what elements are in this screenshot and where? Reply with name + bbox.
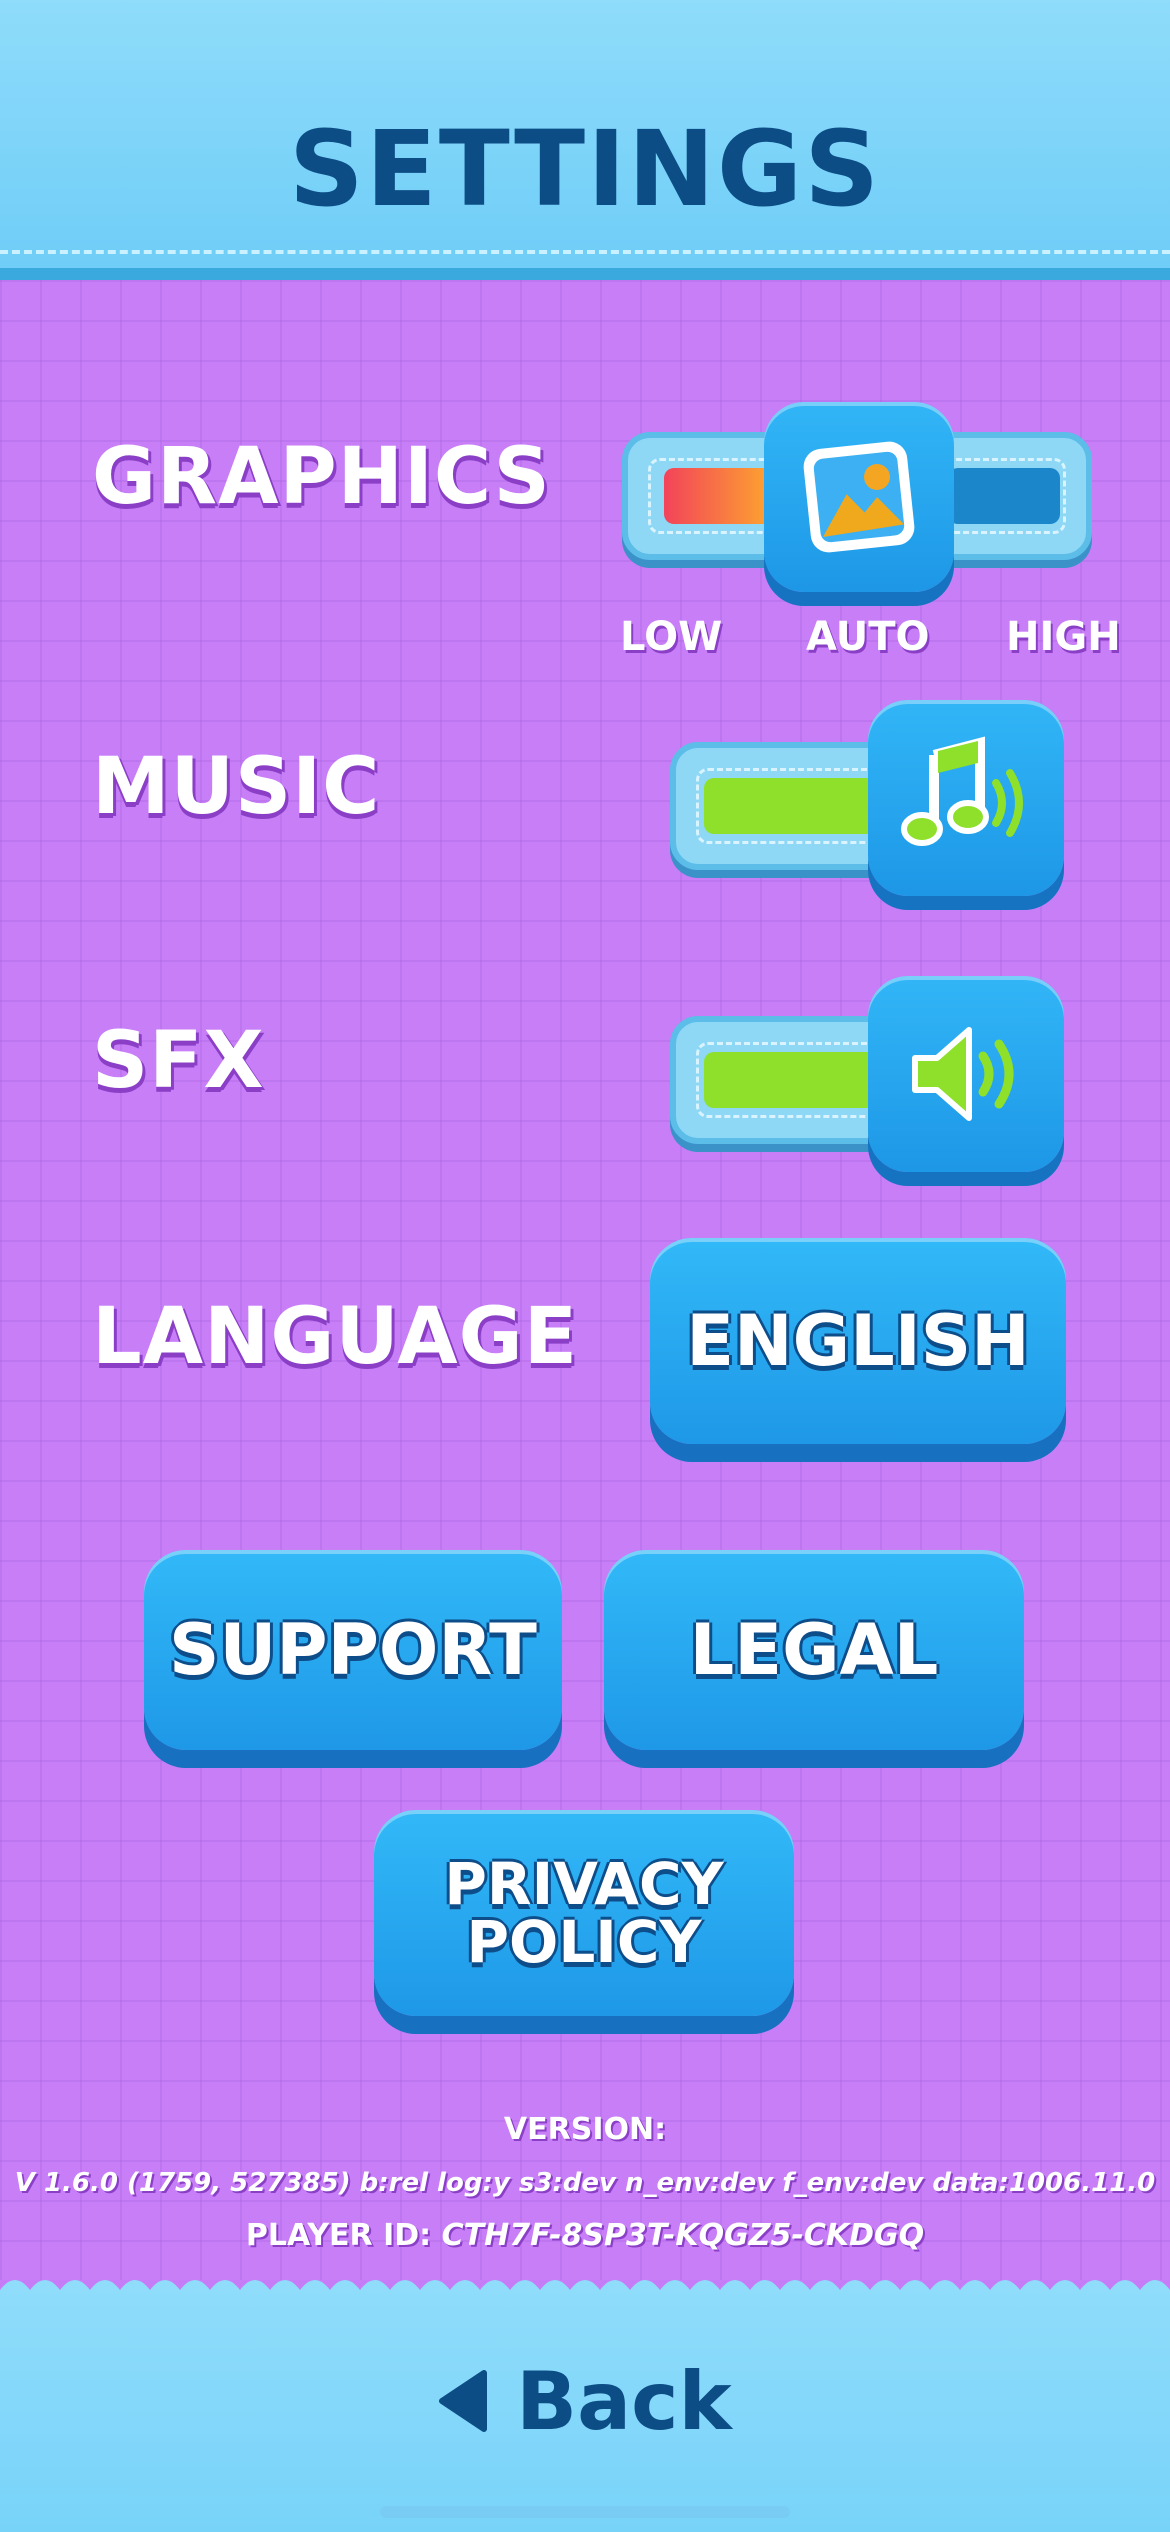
language-value: ENGLISH [686,1300,1030,1382]
music-toggle-knob[interactable] [868,700,1064,896]
graphics-label: GRAPHICS [92,432,551,522]
back-label: Back [516,2355,732,2448]
language-button[interactable]: ENGLISH [650,1238,1066,1444]
graphics-fill-high [948,468,1060,524]
graphics-scale-auto: AUTO [806,614,930,660]
support-button[interactable]: SUPPORT [144,1550,562,1750]
music-toggle-fill [704,778,894,834]
privacy-policy-button[interactable]: PRIVACY POLICY [374,1810,794,2016]
privacy-label-line1: PRIVACY [444,1850,724,1918]
home-indicator [380,2506,790,2518]
header-bar: SETTINGS [0,0,1170,280]
player-id-value: CTH7F-8SP3T-KQGZ5-CKDGQ [441,2218,925,2253]
player-id: PLAYER ID: CTH7F-8SP3T-KQGZ5-CKDGQ [0,2218,1170,2253]
language-label: LANGUAGE [92,1292,578,1382]
version-text: V 1.6.0 (1759, 527385) b:rel log:y s3:de… [14,2168,1156,2198]
player-id-label: PLAYER ID: [245,2218,432,2253]
back-button[interactable]: Back [0,2355,1170,2448]
image-landscape-icon [803,441,915,553]
sfx-label: SFX [92,1016,265,1106]
sfx-toggle-knob[interactable] [868,976,1064,1172]
support-label: SUPPORT [169,1609,537,1691]
back-triangle-icon [439,2370,488,2432]
graphics-slider-knob[interactable] [764,402,954,592]
privacy-label-line2: POLICY [466,1908,702,1976]
music-note-icon [901,736,1023,846]
version-title: VERSION: [503,2112,667,2147]
sfx-toggle-fill [704,1052,894,1108]
graphics-scale-low: LOW [620,614,723,660]
speaker-icon [912,1027,1014,1121]
music-label: MUSIC [92,742,381,832]
page-title: SETTINGS [288,108,882,230]
legal-button[interactable]: LEGAL [604,1550,1024,1750]
graphics-scale-high: HIGH [1006,614,1121,660]
legal-label: LEGAL [689,1609,939,1691]
